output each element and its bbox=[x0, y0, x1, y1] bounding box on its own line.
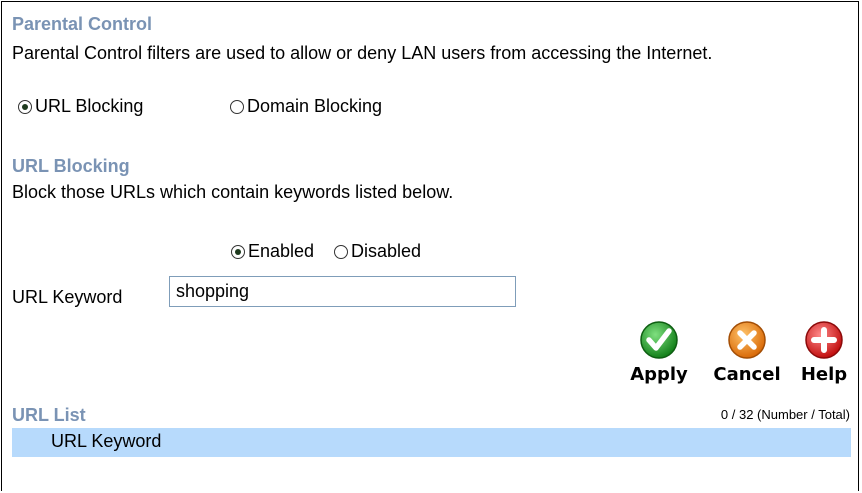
url-list-header: URL Keyword bbox=[12, 428, 851, 457]
domain-blocking-radio-label: Domain Blocking bbox=[247, 96, 383, 116]
apply-button[interactable]: Apply bbox=[628, 320, 690, 385]
enabled-radio-label: Enabled bbox=[248, 241, 315, 261]
plus-icon bbox=[805, 321, 843, 359]
cancel-button-label: Cancel bbox=[713, 364, 781, 385]
help-button-label: Help bbox=[800, 364, 848, 385]
enabled-radio-option[interactable]: Enabled bbox=[231, 241, 314, 262]
help-button[interactable]: Help bbox=[794, 320, 854, 385]
apply-button-label: Apply bbox=[630, 364, 688, 385]
url-keyword-label: URL Keyword bbox=[12, 287, 123, 307]
url-blocking-radio-option[interactable]: URL Blocking bbox=[18, 96, 143, 117]
url-blocking-radio-label: URL Blocking bbox=[35, 96, 144, 116]
url-blocking-radio[interactable] bbox=[18, 99, 32, 114]
url-list-column-header: URL Keyword bbox=[51, 431, 162, 451]
domain-blocking-radio-option[interactable]: Domain Blocking bbox=[230, 96, 382, 117]
url-list-count: 0 / 32 (Number / Total) bbox=[720, 407, 850, 422]
parental-control-title: Parental Control bbox=[12, 14, 153, 34]
url-list-title: URL List bbox=[12, 405, 86, 425]
parental-control-description: Parental Control filters are used to all… bbox=[12, 43, 713, 63]
url-blocking-title: URL Blocking bbox=[12, 156, 130, 176]
url-blocking-description: Block those URLs which contain keywords … bbox=[12, 182, 454, 202]
cancel-button[interactable]: Cancel bbox=[712, 320, 782, 385]
url-keyword-input[interactable] bbox=[169, 276, 516, 307]
domain-blocking-radio[interactable] bbox=[230, 99, 244, 114]
disabled-radio-label: Disabled bbox=[351, 241, 422, 261]
enabled-radio[interactable] bbox=[231, 244, 245, 259]
checkmark-icon bbox=[640, 321, 678, 359]
x-icon bbox=[728, 321, 766, 359]
disabled-radio-option[interactable]: Disabled bbox=[334, 241, 421, 262]
disabled-radio[interactable] bbox=[334, 244, 348, 259]
